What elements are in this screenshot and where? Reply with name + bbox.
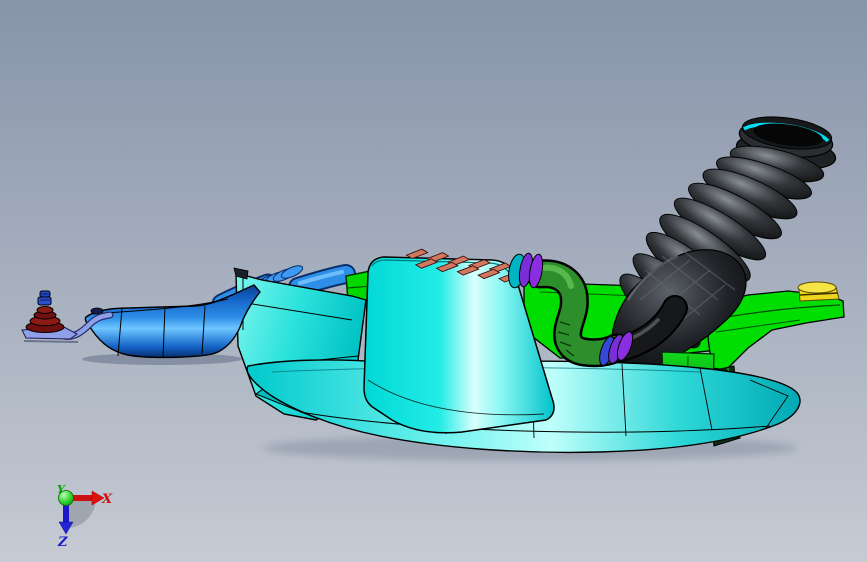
mount-shadow bbox=[23, 340, 79, 343]
grommet-top bbox=[797, 281, 837, 294]
cad-viewport[interactable]: Y X Z bbox=[0, 0, 867, 562]
z-axis-label: Z bbox=[57, 535, 68, 550]
origin-sphere[interactable] bbox=[58, 490, 74, 506]
mount-disc bbox=[36, 306, 54, 314]
grommet[interactable] bbox=[797, 281, 840, 302]
mount-knob[interactable] bbox=[37, 296, 52, 306]
model-canvas[interactable]: Y X Z bbox=[0, 0, 867, 562]
x-axis-label: X bbox=[101, 492, 113, 507]
duct-sensor-boss bbox=[90, 307, 104, 315]
